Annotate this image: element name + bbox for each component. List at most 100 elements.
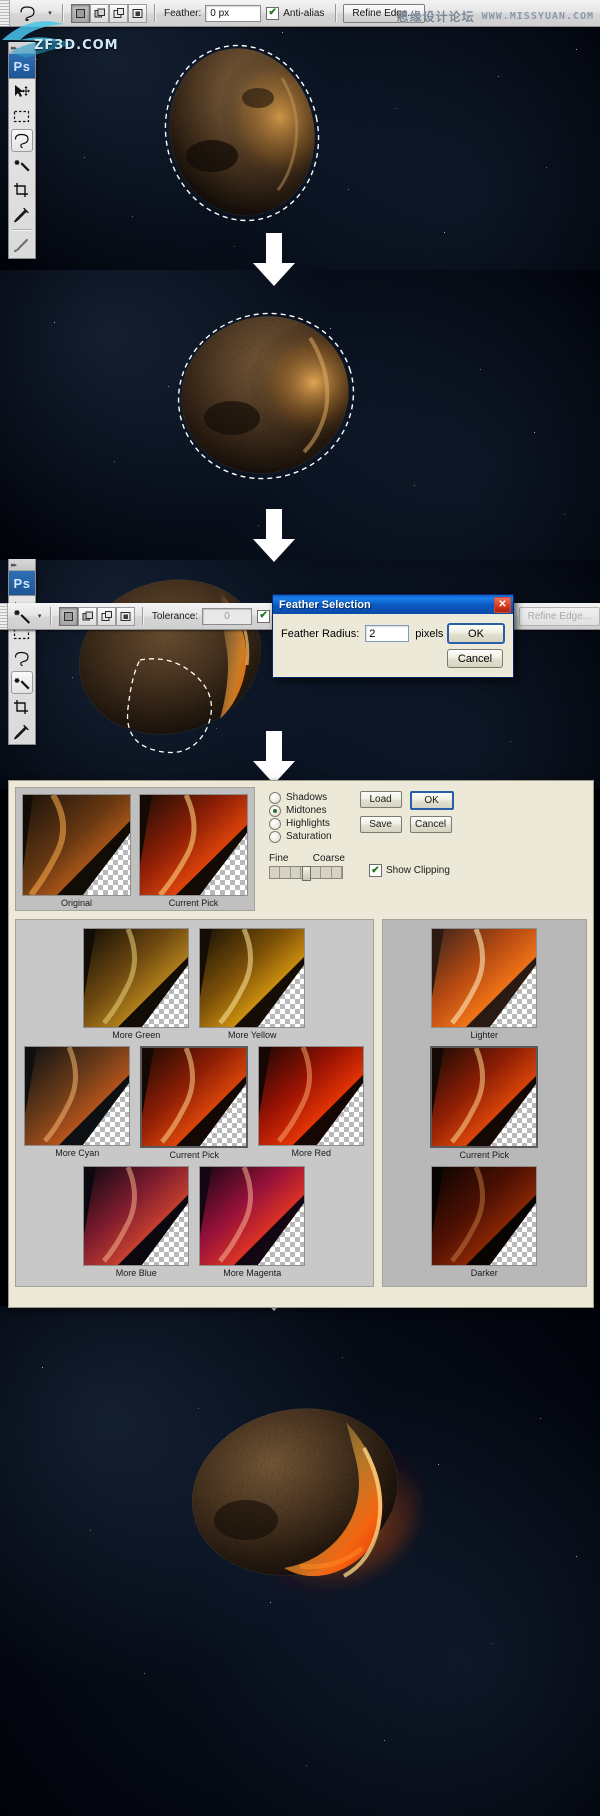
feather-input[interactable]: 0 px: [205, 4, 262, 22]
current-pick-thumbnail-top[interactable]: [139, 794, 248, 896]
move-tool-icon[interactable]: [9, 79, 35, 104]
tolerance-input[interactable]: 0: [202, 607, 253, 625]
variation-current-pick-label: Current Pick: [169, 1150, 220, 1160]
original-thumbnail[interactable]: [22, 794, 131, 896]
subtract-from-selection-button[interactable]: [109, 3, 128, 23]
feather-dialog-title-bar[interactable]: Feather Selection ✕: [273, 595, 513, 614]
original-caption: Original: [60, 898, 92, 908]
feather-radius-input[interactable]: 2: [365, 625, 410, 642]
options-bar-grip[interactable]: [0, 603, 9, 629]
variation-more-green-label: More Green: [112, 1030, 161, 1040]
magic-wand-tool-icon[interactable]: [11, 671, 33, 694]
radio-saturation[interactable]: Saturation: [269, 830, 332, 843]
radio-midtones-circle[interactable]: [269, 804, 281, 817]
flow-arrow-2: [253, 509, 295, 562]
add-to-selection-button[interactable]: [78, 606, 98, 626]
flow-arrow-3: [253, 731, 295, 784]
variation-more-green-thumbnail[interactable]: [83, 928, 190, 1028]
intersect-with-selection-button[interactable]: [116, 606, 136, 626]
subtract-from-selection-button[interactable]: [97, 606, 117, 626]
new-selection-button[interactable]: [59, 606, 79, 626]
variation-more-yellow-label: More Yellow: [228, 1030, 277, 1040]
selection-mode-group[interactable]: [58, 606, 136, 627]
photoshop-logo-badge: Ps: [9, 54, 35, 79]
variations-color-grid: More Green More Yellow More Cyan Current…: [15, 919, 374, 1287]
eyedropper-tool-icon[interactable]: [9, 202, 35, 227]
tools-panel-collapse-icon[interactable]: ▸▸: [9, 42, 35, 54]
variation-more-blue-label: More Blue: [115, 1268, 157, 1278]
crop-tool-icon[interactable]: [9, 694, 35, 719]
variations-load-button[interactable]: Load: [359, 791, 402, 808]
antialias-label: Anti-alias: [283, 7, 325, 19]
lasso-tool-icon[interactable]: [10, 5, 44, 21]
variations-save-button[interactable]: Save: [359, 816, 402, 833]
feather-ok-button[interactable]: OK: [447, 623, 505, 644]
antialias-checkbox-box[interactable]: ✔: [266, 6, 280, 20]
antialias-checkbox-box[interactable]: ✔: [257, 609, 271, 623]
variation-more-red-label: More Red: [291, 1148, 332, 1158]
photoshop-logo-badge: Ps: [9, 571, 35, 596]
magic-wand-tool-icon[interactable]: [8, 608, 35, 625]
variation-more-cyan-label: More Cyan: [55, 1148, 100, 1158]
radio-highlights[interactable]: Highlights: [269, 817, 332, 830]
variations-cancel-button[interactable]: Cancel: [409, 816, 452, 833]
close-icon[interactable]: ✕: [494, 596, 511, 613]
tools-panel-2[interactable]: ▸▸ Ps: [8, 559, 36, 745]
magic-wand-dropdown-caret[interactable]: ▾: [35, 612, 44, 620]
show-clipping-label: Show Clipping: [386, 865, 450, 876]
tools-panel-collapse-icon[interactable]: ▸▸: [9, 559, 35, 571]
flow-arrow-1: [253, 233, 295, 286]
variations-tone-radio-group[interactable]: Shadows Midtones Highlights Saturation: [269, 791, 332, 843]
selection-marching-ants-1: [164, 44, 320, 222]
new-selection-button[interactable]: [71, 3, 90, 23]
variation-more-yellow-thumbnail[interactable]: [199, 928, 306, 1028]
tools-panel-1[interactable]: ▸▸ Ps: [8, 42, 36, 259]
selection-mode-group[interactable]: [70, 3, 148, 24]
variation-lighter-thumbnail[interactable]: [431, 928, 538, 1028]
antialias-checkbox[interactable]: ✔ Anti-alias: [266, 6, 325, 20]
variations-dialog[interactable]: Original Current Pick Shadows Midtones H…: [8, 780, 594, 1308]
fine-coarse-slider-group[interactable]: Fine Coarse: [269, 853, 345, 881]
variation-brightness-current-pick-thumbnail[interactable]: [430, 1046, 539, 1148]
lasso-tool-dropdown-caret[interactable]: ▾: [44, 9, 56, 17]
slider-thumb[interactable]: [302, 866, 311, 881]
intersect-with-selection-button[interactable]: [128, 3, 147, 23]
radio-midtones[interactable]: Midtones: [269, 804, 332, 817]
eyedropper-tool-icon[interactable]: [9, 719, 35, 744]
radio-saturation-label: Saturation: [286, 831, 332, 842]
lasso-tool-icon[interactable]: [11, 129, 33, 152]
brush-tool-icon[interactable]: [9, 233, 35, 258]
variation-lighter-label: Lighter: [470, 1030, 499, 1040]
show-clipping-checkbox-box[interactable]: ✔: [369, 864, 382, 877]
watermark-english: WWW.MISSYUAN.COM: [481, 11, 594, 22]
add-to-selection-button[interactable]: [90, 3, 109, 23]
fine-coarse-slider[interactable]: [269, 866, 343, 881]
variation-current-pick-thumbnail[interactable]: [140, 1046, 249, 1148]
lasso-tool-icon[interactable]: [9, 646, 35, 671]
feather-dialog-body: Feather Radius: 2 pixels OK Cancel: [273, 614, 513, 677]
variation-darker-label: Darker: [470, 1268, 498, 1278]
feather-cancel-button[interactable]: Cancel: [447, 649, 503, 668]
refine-edge-button: Refine Edge...: [518, 606, 600, 626]
variation-more-blue-thumbnail[interactable]: [83, 1166, 190, 1266]
variations-ok-button[interactable]: OK: [409, 791, 454, 810]
variations-brightness-column: Lighter Current Pick Darker: [381, 919, 587, 1287]
variation-more-red-thumbnail[interactable]: [258, 1046, 365, 1146]
rectangular-marquee-tool-icon[interactable]: [9, 104, 35, 129]
selection-marching-ants-2: [177, 312, 355, 480]
magic-wand-tool-icon[interactable]: [9, 152, 35, 177]
show-clipping-checkbox[interactable]: ✔ Show Clipping: [369, 864, 450, 877]
variation-more-magenta-thumbnail[interactable]: [199, 1166, 306, 1266]
crop-tool-icon[interactable]: [9, 177, 35, 202]
radio-highlights-circle[interactable]: [269, 817, 281, 830]
variation-darker-thumbnail[interactable]: [431, 1166, 538, 1266]
variation-more-cyan-thumbnail[interactable]: [24, 1046, 131, 1146]
feather-selection-dialog[interactable]: Feather Selection ✕ Feather Radius: 2 pi…: [272, 594, 514, 678]
radio-shadows-circle[interactable]: [269, 791, 281, 804]
options-bar-grip[interactable]: [0, 0, 10, 26]
radio-saturation-circle[interactable]: [269, 830, 281, 843]
variations-preview-group: Original Current Pick: [15, 787, 255, 911]
radio-shadows[interactable]: Shadows: [269, 791, 332, 804]
divider: [62, 4, 64, 22]
radio-highlights-label: Highlights: [286, 818, 330, 829]
